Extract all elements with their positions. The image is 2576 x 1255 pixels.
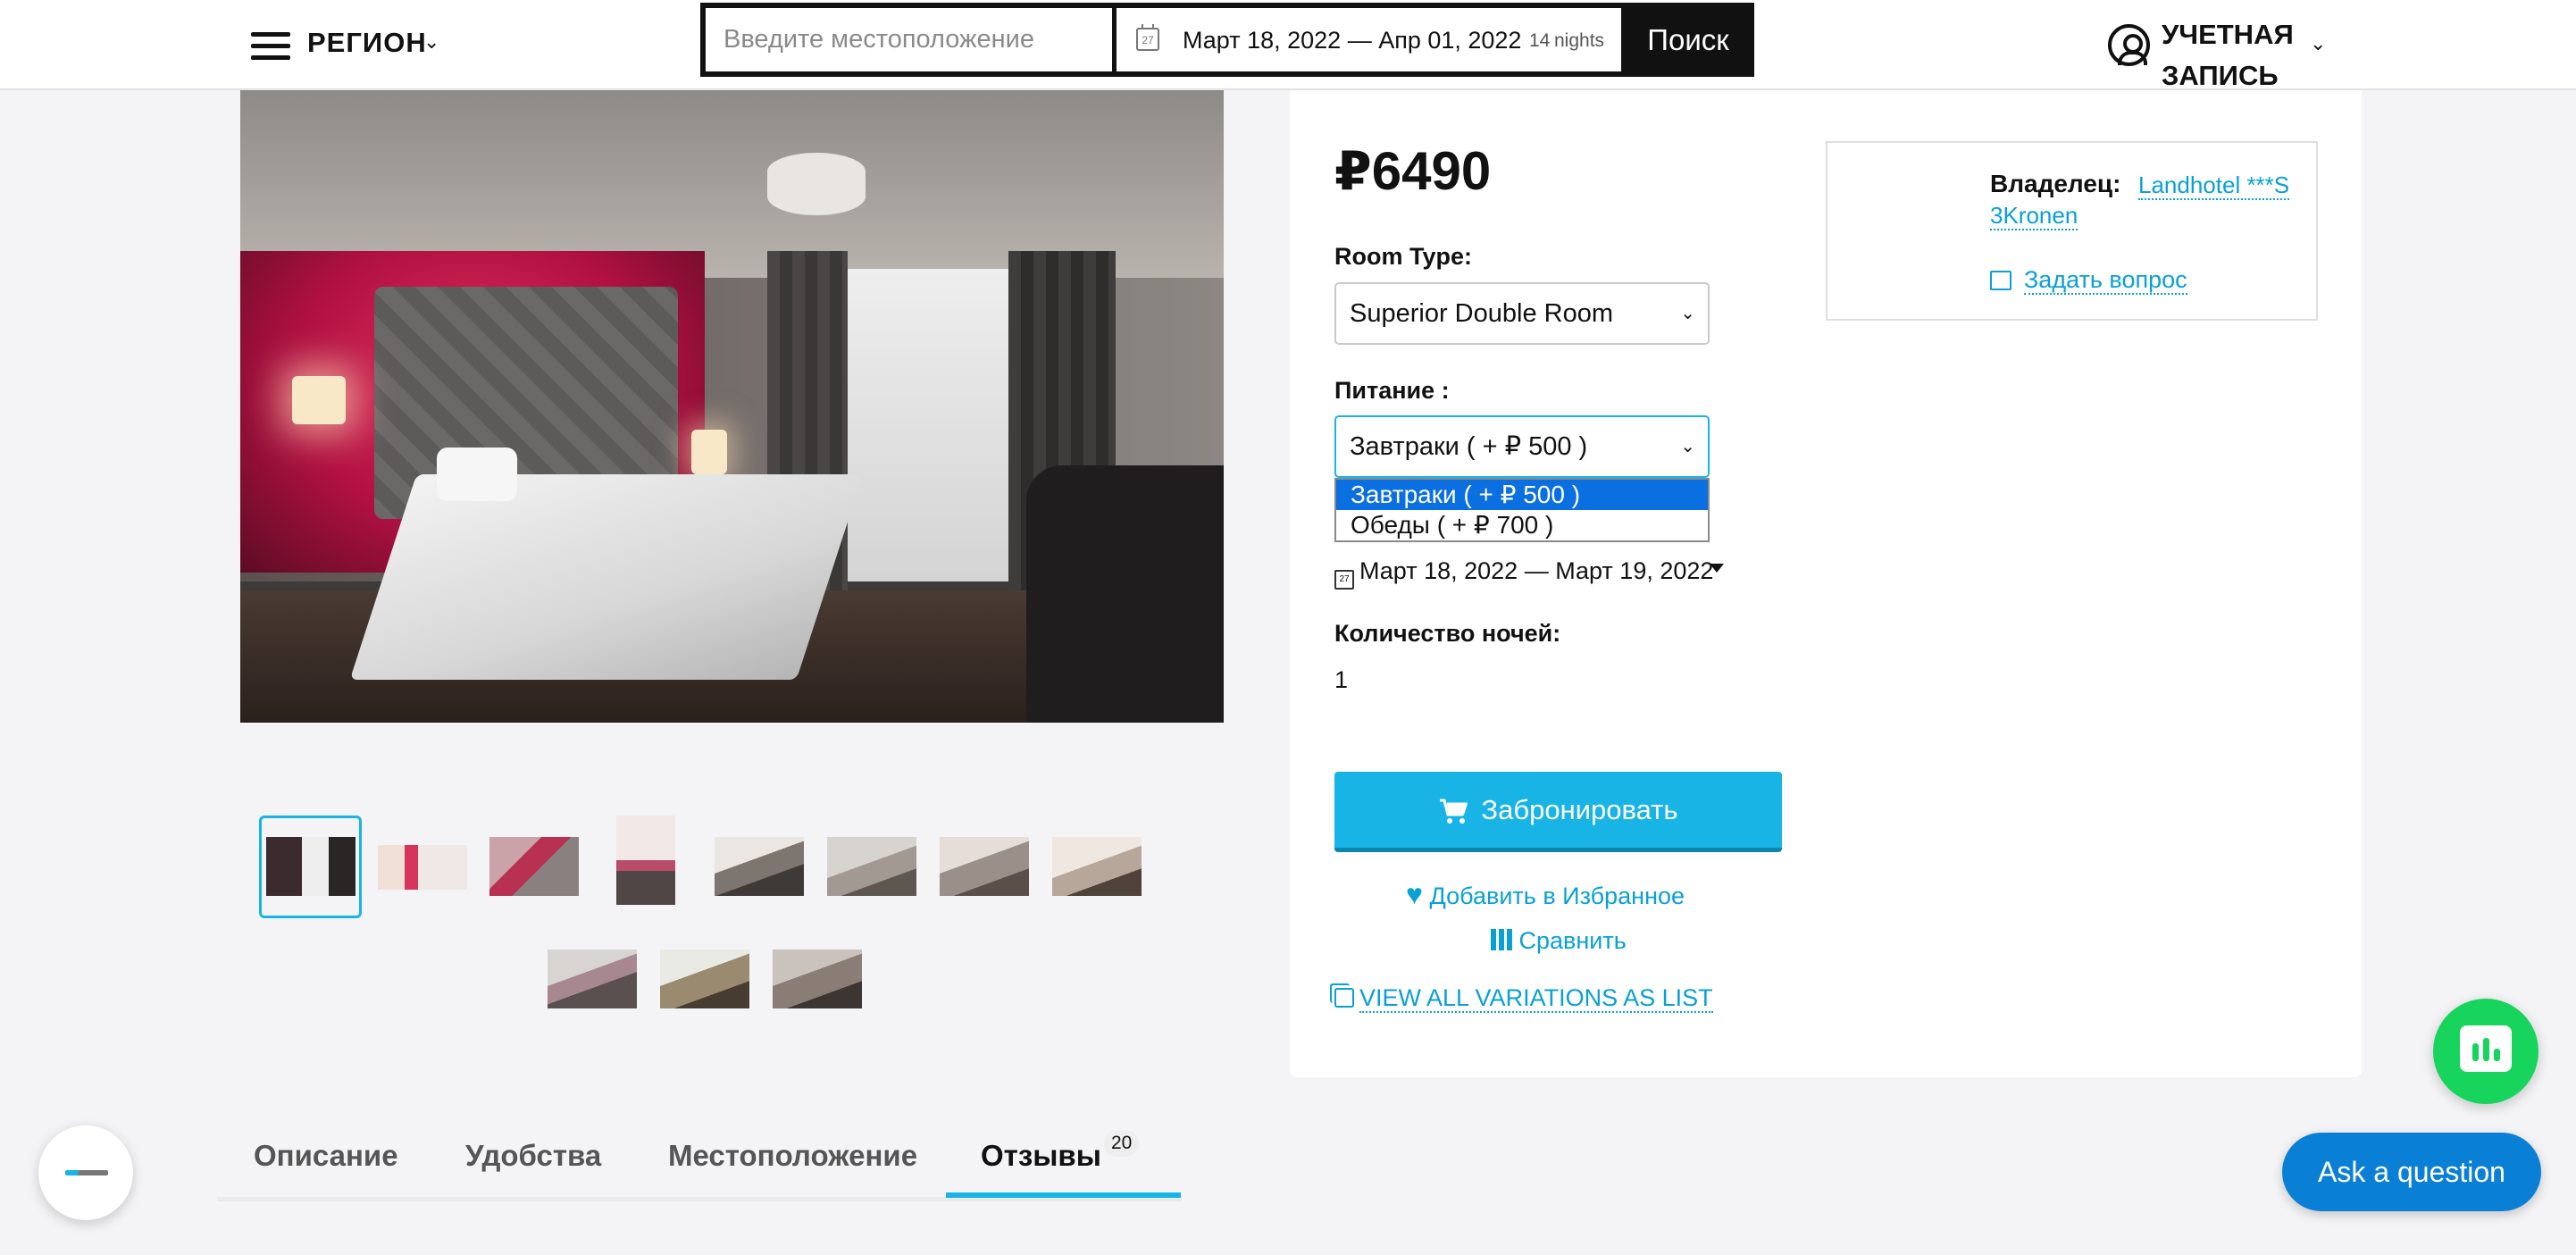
message-icon — [1990, 271, 2011, 290]
stay-date-text: Март 18, 2022 — Март 19, 2022 — [1359, 557, 1714, 584]
chevron-down-icon[interactable]: ⌄ — [2310, 32, 2326, 55]
ask-label: Задать вопрос — [2024, 266, 2187, 295]
cart-icon — [1440, 799, 1468, 824]
meal-option-breakfast[interactable]: Завтраки ( + ₽ 500 ) — [1336, 480, 1708, 510]
thumbnail[interactable] — [548, 950, 637, 1008]
variations-label: VIEW ALL VARIATIONS AS LIST — [1359, 984, 1713, 1013]
search-button[interactable]: Поиск — [1626, 8, 1751, 71]
nights-count: 14 — [1529, 30, 1551, 51]
search-bar: 27 Март 18, 2022 — Апр 01, 2022 14 night… — [700, 3, 1754, 77]
room-type-select[interactable]: Superior Double Room ⌄ — [1334, 282, 1710, 345]
thumbnail[interactable] — [773, 950, 862, 1008]
add-to-favorites-link[interactable]: ♥ Добавить в Избранное — [1406, 878, 1685, 911]
calendar-icon: 27 — [1136, 24, 1159, 51]
tab-description[interactable]: Описание — [254, 1139, 398, 1173]
date-range-picker[interactable]: 27 Март 18, 2022 — Апр 01, 2022 14 night… — [1117, 8, 1621, 71]
nights-value: 1 — [1334, 666, 1349, 693]
account-icon[interactable] — [2108, 24, 2150, 66]
thumbnail[interactable] — [660, 950, 749, 1008]
date-range-text: Март 18, 2022 — Апр 01, 2022 — [1183, 27, 1522, 54]
compare-link[interactable]: Сравнить — [1491, 927, 1627, 955]
owner-name-link[interactable]: Landhotel ***S 3Kronen — [1990, 172, 2290, 230]
booking-panel: ₽6490 Room Type: Superior Double Room ⌄ … — [1290, 90, 2362, 1077]
meal-dropdown-list: Завтраки ( + ₽ 500 ) Обеды ( + ₽ 700 ) — [1334, 478, 1710, 542]
chat-widget-button[interactable] — [2433, 999, 2538, 1104]
book-button-label: Забронировать — [1481, 794, 1678, 825]
reviews-count-badge: 20 — [1104, 1130, 1140, 1157]
book-button[interactable]: Забронировать — [1334, 772, 1782, 852]
bar-chart-icon — [1491, 929, 1512, 950]
meal-value: Завтраки ( + ₽ 500 ) — [1350, 432, 1588, 461]
heart-icon: ♥ — [1406, 878, 1423, 910]
meal-select[interactable]: Завтраки ( + ₽ 500 ) ⌄ — [1334, 415, 1710, 478]
meal-option-lunch[interactable]: Обеды ( + ₽ 700 ) — [1336, 510, 1708, 540]
site-badge-widget[interactable] — [38, 1125, 133, 1220]
thumbnail[interactable] — [616, 816, 675, 905]
thumbnail-gallery — [259, 816, 1170, 1030]
tab-reviews[interactable]: Отзывы 20 — [981, 1130, 1140, 1173]
room-type-value: Superior Double Room — [1350, 299, 1613, 328]
room-type-label: Room Type: — [1334, 243, 1472, 270]
tab-reviews-label: Отзывы — [981, 1139, 1101, 1172]
calendar-icon: 27 — [1334, 570, 1354, 590]
tab-amenities[interactable]: Удобства — [465, 1139, 601, 1173]
nights-label: nights — [1554, 30, 1605, 51]
stay-date-range[interactable]: 27 Март 18, 2022 — Март 19, 2022 — [1334, 557, 1713, 590]
caret-down-icon[interactable] — [1710, 564, 1724, 573]
hamburger-menu-icon[interactable] — [251, 32, 290, 60]
copy-icon — [1334, 988, 1354, 1008]
thumbnail[interactable] — [940, 837, 1029, 896]
chevron-down-icon: ⌄ — [1680, 437, 1695, 456]
thumbnail[interactable] — [266, 837, 355, 896]
thumbnail[interactable] — [1052, 837, 1142, 896]
thumbnail[interactable] — [827, 837, 916, 896]
ask-a-question-button[interactable]: Ask a question — [2282, 1133, 2541, 1211]
view-variations-link[interactable]: VIEW ALL VARIATIONS AS LIST — [1334, 984, 1713, 1013]
content-tabs: Описание Удобства Местоположение Отзывы … — [217, 1121, 1182, 1201]
owner-card: Владелец: Landhotel ***S 3Kronen Задать … — [1826, 141, 2318, 321]
chat-icon — [2460, 1025, 2512, 1072]
ask-question-link[interactable]: Задать вопрос — [1990, 266, 2187, 295]
location-search-input[interactable] — [706, 8, 1112, 71]
thumbnail[interactable] — [489, 837, 579, 896]
tab-location[interactable]: Местоположение — [668, 1139, 917, 1173]
region-menu[interactable]: РЕГИОН — [307, 27, 427, 59]
top-header: РЕГИОН ⌄ 27 Март 18, 2022 — Апр 01, 2022… — [0, 0, 2576, 91]
thumbnail[interactable] — [715, 837, 804, 896]
price: ₽6490 — [1334, 141, 1492, 201]
favorite-label: Добавить в Избранное — [1429, 883, 1685, 909]
chevron-down-icon: ⌄ — [1680, 304, 1695, 323]
main-room-photo[interactable] — [240, 90, 1224, 723]
account-menu[interactable]: УЧЕТНАЯ ЗАПИСЬ — [2162, 14, 2322, 96]
nights-label: Количество ночей: — [1334, 620, 1561, 647]
compare-label: Сравнить — [1518, 927, 1627, 954]
chevron-down-icon[interactable]: ⌄ — [423, 30, 439, 54]
meal-label: Питание : — [1334, 377, 1450, 404]
active-tab-indicator — [946, 1192, 1181, 1198]
thumbnail[interactable] — [378, 845, 467, 890]
